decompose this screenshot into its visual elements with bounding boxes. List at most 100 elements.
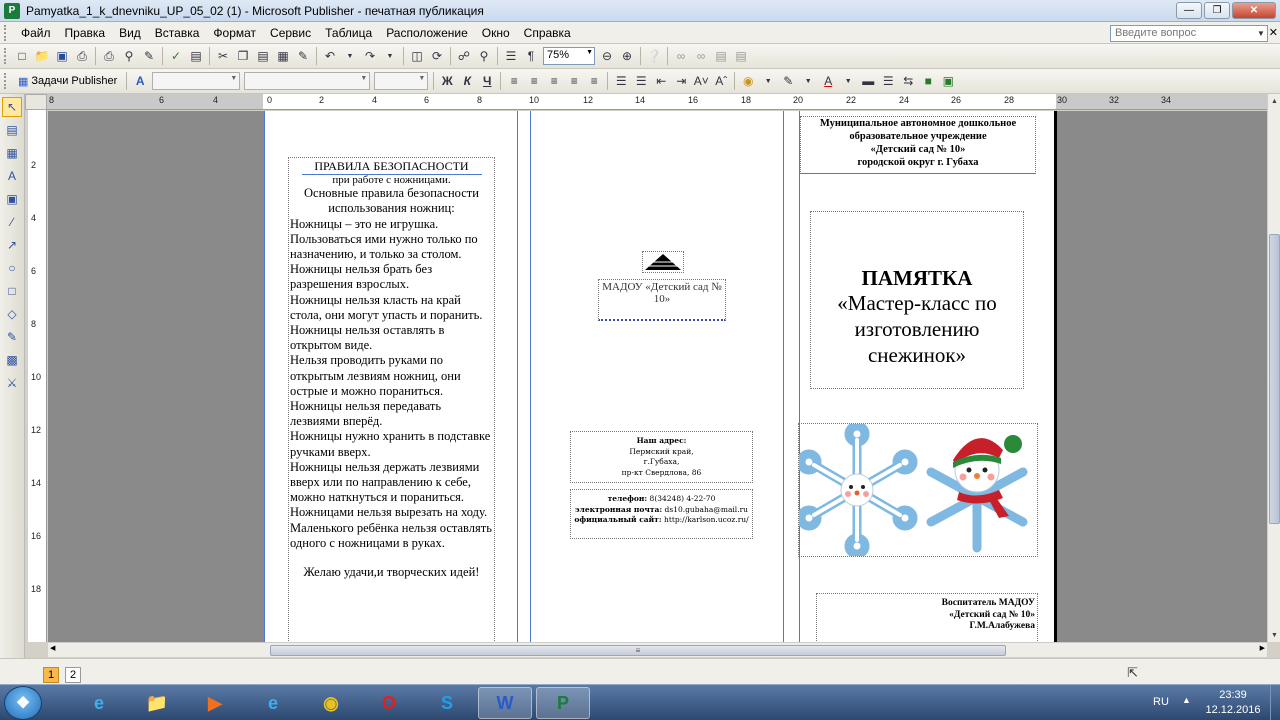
- print-icon[interactable]: ⎙: [99, 46, 119, 66]
- spelling-icon[interactable]: ✓: [166, 46, 186, 66]
- zoom-select[interactable]: 75% ▼: [543, 47, 595, 65]
- page-1-button[interactable]: 1: [43, 667, 59, 683]
- kindergarten-label-box[interactable]: МАДОУ «Детский сад № 10»: [598, 279, 726, 321]
- line-style-icon[interactable]: ▬: [858, 71, 878, 91]
- undo-icon[interactable]: ↶: [320, 46, 340, 66]
- align-right-icon[interactable]: ≡: [544, 71, 564, 91]
- menu-window[interactable]: Окно: [475, 26, 517, 40]
- snowflakes-picture[interactable]: [796, 421, 1038, 559]
- redo-icon[interactable]: ↷: [360, 46, 380, 66]
- tray-expand-icon[interactable]: ▲: [1182, 695, 1191, 705]
- ie-icon[interactable]: e: [246, 687, 300, 719]
- paste-special-icon[interactable]: ▦: [273, 46, 293, 66]
- vertical-scrollbar[interactable]: ▲ ▼: [1267, 94, 1280, 642]
- numbering-icon[interactable]: ☰: [611, 71, 631, 91]
- research-book-icon[interactable]: ▤: [186, 46, 206, 66]
- arrow-style-icon[interactable]: ⇆: [898, 71, 918, 91]
- decrease-indent-icon[interactable]: ⇤: [651, 71, 671, 91]
- open-folder-icon[interactable]: 📁: [32, 46, 52, 66]
- opera-icon[interactable]: O: [362, 687, 416, 719]
- explorer-icon[interactable]: 📁: [130, 687, 184, 719]
- print-preview-icon[interactable]: ⎙: [72, 46, 92, 66]
- fill-color-icon[interactable]: ◉: [738, 71, 758, 91]
- pilcrow-icon[interactable]: ¶: [521, 46, 541, 66]
- publisher-app-icon[interactable]: P: [4, 2, 20, 19]
- memo-title-box[interactable]: ПАМЯТКА «Мастер-класс по изготовлению сн…: [810, 211, 1024, 389]
- preview-icon[interactable]: ⚲: [119, 46, 139, 66]
- kindergarten-logo[interactable]: [642, 251, 684, 273]
- horizontal-scrollbar[interactable]: ◀ ≡ ▶: [48, 642, 1267, 657]
- zoom-in-icon[interactable]: ⊕: [617, 46, 637, 66]
- ruler-corner[interactable]: [25, 94, 47, 110]
- copy-icon[interactable]: ❐: [233, 46, 253, 66]
- media-player-icon[interactable]: ▶: [188, 687, 242, 719]
- columns-icon[interactable]: ☰: [501, 46, 521, 66]
- line-color-icon[interactable]: ✎: [778, 71, 798, 91]
- scroll-up-icon[interactable]: ▲: [1268, 94, 1280, 108]
- line-dropdown-icon[interactable]: ▼: [798, 71, 818, 91]
- unlink-icon[interactable]: ∞: [691, 46, 711, 66]
- align-center-icon[interactable]: ≡: [524, 71, 544, 91]
- page-2-button[interactable]: 2: [65, 667, 81, 683]
- menu-insert[interactable]: Вставка: [148, 26, 207, 40]
- menu-tools[interactable]: Сервис: [263, 26, 318, 40]
- undo-dropdown-icon[interactable]: ▼: [340, 46, 360, 66]
- document-workspace[interactable]: ПРАВИЛА БЕЗОПАСНОСТИ при работе с ножниц…: [48, 111, 1267, 642]
- menu-format[interactable]: Формат: [206, 26, 263, 40]
- line-tool-icon[interactable]: ∕: [2, 212, 22, 232]
- align-left-icon[interactable]: ≡: [504, 71, 524, 91]
- publisher-icon[interactable]: P: [536, 687, 590, 719]
- rectangle-tool-icon[interactable]: □: [2, 281, 22, 301]
- arrow-tool-icon[interactable]: ↗: [2, 235, 22, 255]
- hyperlink-icon[interactable]: ☍: [454, 46, 474, 66]
- font-select[interactable]: ▼: [244, 72, 371, 90]
- justify-icon[interactable]: ≡: [564, 71, 584, 91]
- select-pointer-icon[interactable]: ↖: [2, 97, 22, 117]
- paste-icon[interactable]: ▤: [253, 46, 273, 66]
- toolbar-grip[interactable]: [4, 48, 8, 64]
- organization-box[interactable]: Муниципальное автономное дошкольное обра…: [800, 116, 1036, 174]
- menu-edit[interactable]: Правка: [58, 26, 113, 40]
- chevron-down-icon[interactable]: ▼: [1255, 26, 1267, 41]
- menu-help[interactable]: Справка: [517, 26, 578, 40]
- design-gallery-icon[interactable]: ✎: [2, 327, 22, 347]
- doc-close-icon[interactable]: ✕: [1269, 26, 1278, 39]
- redo-dropdown-icon[interactable]: ▼: [380, 46, 400, 66]
- text-box-prev-icon[interactable]: ▤: [731, 46, 751, 66]
- word-icon[interactable]: W: [478, 687, 532, 719]
- help-icon[interactable]: ❔: [644, 46, 664, 66]
- text-box-tool-icon[interactable]: ▤: [2, 120, 22, 140]
- bold-button[interactable]: Ж: [437, 71, 457, 91]
- close-button[interactable]: ✕: [1232, 2, 1276, 19]
- business-info-icon[interactable]: ⚔: [2, 373, 22, 393]
- font-color-icon[interactable]: A: [818, 71, 838, 91]
- menu-file[interactable]: Файл: [14, 26, 58, 40]
- table-tool-icon[interactable]: ▦: [2, 143, 22, 163]
- author-box[interactable]: Воспитатель МАДОУ «Детский сад № 10» Г.М…: [816, 593, 1038, 642]
- menu-view[interactable]: Вид: [112, 26, 148, 40]
- publisher-tasks-button[interactable]: ▦ Задачи Publisher: [12, 75, 123, 88]
- toolbar-grip[interactable]: [4, 73, 8, 89]
- horizontal-scroll-thumb[interactable]: ≡: [270, 645, 1006, 656]
- font-size-select[interactable]: ▼: [374, 72, 429, 90]
- rotate-icon[interactable]: ⟳: [427, 46, 447, 66]
- style-select[interactable]: ▼: [152, 72, 241, 90]
- distribute-icon[interactable]: ≡: [584, 71, 604, 91]
- research-icon[interactable]: ✎: [139, 46, 159, 66]
- minimize-button[interactable]: —: [1176, 2, 1202, 19]
- shadow-style-icon[interactable]: ■: [918, 71, 938, 91]
- format-painter-icon[interactable]: ✎: [293, 46, 313, 66]
- chrome-icon[interactable]: ◉: [304, 687, 358, 719]
- font-color-dropdown-icon[interactable]: ▼: [838, 71, 858, 91]
- horizontal-ruler[interactable]: 8 6 4 0 2 4 6 8 10 12 14 16 18 20 22 24 …: [47, 94, 1267, 110]
- 3d-style-icon[interactable]: ▣: [938, 71, 958, 91]
- restore-button[interactable]: ❐: [1204, 2, 1230, 19]
- help-search-input[interactable]: Введите вопрос ▼: [1110, 25, 1268, 42]
- menu-table[interactable]: Таблица: [318, 26, 379, 40]
- skype-icon[interactable]: S: [420, 687, 474, 719]
- fill-dropdown-icon[interactable]: ▼: [758, 71, 778, 91]
- arrange-icon[interactable]: ◫: [407, 46, 427, 66]
- underline-button[interactable]: Ч: [477, 71, 497, 91]
- clock[interactable]: 23:39 12.12.2016: [1200, 688, 1266, 718]
- increase-indent-icon[interactable]: ⇥: [671, 71, 691, 91]
